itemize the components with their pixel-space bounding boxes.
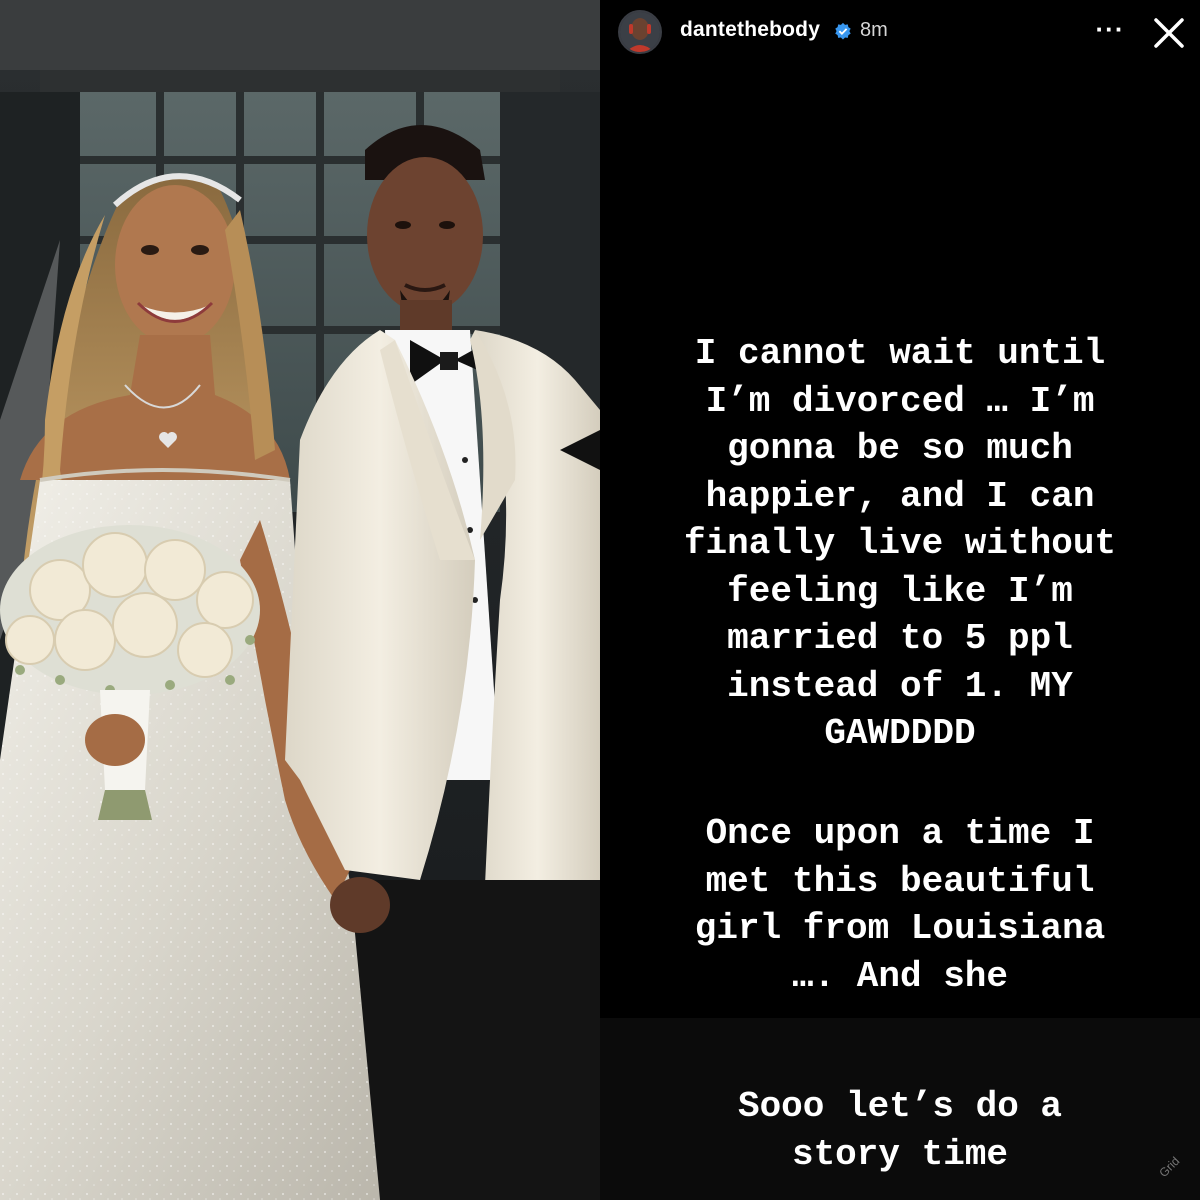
- more-options-icon[interactable]: ···: [1090, 14, 1130, 50]
- verified-badge-icon: [835, 22, 851, 40]
- close-icon[interactable]: [1148, 12, 1190, 54]
- story-text-paragraph: I cannot wait until I’m divorced … I’m g…: [683, 333, 1117, 754]
- story-text-paragraph: Sooo let’s do a story time: [737, 1086, 1063, 1175]
- story-text-paragraph: Once upon a time I met this beautiful gi…: [694, 813, 1106, 997]
- wedding-photo: [0, 0, 600, 1200]
- instagram-story-panel: dantethebody 8m ··· I cannot wait until …: [600, 0, 1200, 1200]
- story-header: dantethebody 8m ···: [600, 0, 1200, 64]
- avatar-image: [620, 12, 660, 52]
- username[interactable]: dantethebody: [680, 18, 820, 42]
- story-timestamp: 8m: [860, 19, 888, 41]
- avatar[interactable]: [618, 10, 662, 54]
